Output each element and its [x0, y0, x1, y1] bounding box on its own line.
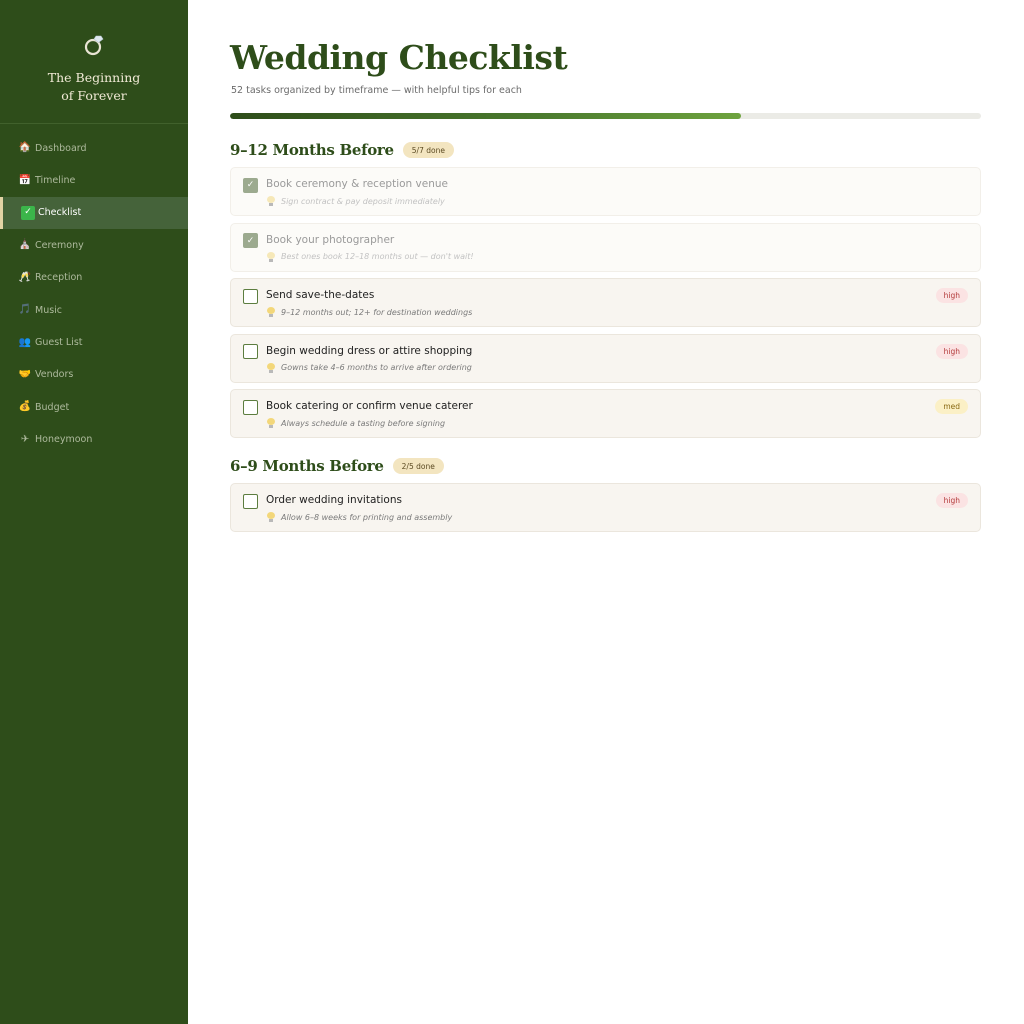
priority-badge: high: [935, 288, 968, 303]
priority-badge: high: [935, 493, 968, 508]
lightbulb-icon: [267, 307, 275, 317]
sidebar-item-checklist[interactable]: ✓ Checklist: [0, 196, 188, 230]
page-title: Wedding Checklist: [230, 38, 568, 77]
task-checkbox[interactable]: [243, 344, 258, 359]
task-tip: Always schedule a tasting before signing: [267, 418, 445, 428]
task-checkbox[interactable]: [243, 399, 258, 415]
task-tip-text: Gowns take 4–6 months to arrive after or…: [281, 363, 472, 372]
task-card: Begin wedding dress or attire shopping Go…: [230, 333, 981, 383]
task-title: Book ceremony & reception venue: [266, 178, 448, 190]
handshake-icon: 🤝: [18, 368, 32, 380]
checklist-section: 9–12 Months Before 5/7 done ✓ Book ceremony…: [230, 139, 982, 438]
sidebar-item-label: Honeymoon: [35, 434, 93, 446]
sidebar-item-label: Timeline: [35, 175, 76, 187]
task-tip-text: 9–12 months out; 12+ for destination wed…: [281, 307, 473, 317]
sidebar-item-ceremony[interactable]: ⛪ Ceremony: [0, 229, 188, 261]
sidebar-item-label: Guest List: [35, 337, 83, 349]
money-bag-icon: 💰: [18, 401, 32, 413]
task-card: ✓ Book ceremony & reception venue Sign con…: [230, 167, 981, 216]
lightbulb-icon: [267, 418, 275, 428]
task-checkbox[interactable]: ✓: [243, 233, 258, 248]
church-icon: ⛪: [18, 239, 32, 251]
people-icon: 👥: [18, 336, 32, 348]
page-subtitle: 52 tasks organized by timeframe — with h…: [231, 85, 522, 96]
task-tip-text: Sign contract & pay deposit immediately: [281, 196, 445, 206]
task-tip: Sign contract & pay deposit immediately: [267, 196, 445, 206]
section-title: 6–9 Months Before: [230, 457, 384, 475]
task-tip: 9–12 months out; 12+ for destination wed…: [267, 307, 472, 317]
sidebar-item-music[interactable]: 🎵 Music: [0, 294, 188, 326]
brand: The Beginning of Forever: [0, 0, 188, 124]
sidebar-item-label: Dashboard: [35, 142, 87, 154]
task-tip-text: Best ones book 12–18 months out — don't …: [281, 252, 474, 261]
section-progress-badge: 2/5 done: [392, 458, 444, 474]
checklist-section: 6–9 Months Before 2/5 done Order wedding i…: [230, 455, 982, 532]
task-title: Begin wedding dress or attire shopping: [266, 344, 473, 357]
task-checkbox[interactable]: [243, 288, 258, 304]
lightbulb-icon: [267, 512, 275, 522]
task-card: ✓ Book your photographer Best ones book 12…: [230, 222, 981, 272]
task-title: Book catering or confirm venue caterer: [266, 400, 473, 412]
ring-icon: [84, 35, 104, 56]
sidebar-item-honeymoon[interactable]: ✈ Honeymoon: [0, 424, 188, 456]
sidebar-item-label: Music: [35, 304, 63, 316]
sidebar-item-budget[interactable]: 💰 Budget: [0, 391, 188, 423]
sidebar-item-guest-list[interactable]: 👥 Guest List: [0, 326, 188, 358]
house-icon: 🏠: [18, 142, 32, 154]
sidebar-item-timeline[interactable]: 📅 Timeline: [0, 164, 188, 196]
brand-line-1: The Beginning: [47, 70, 141, 85]
sidebar: The Beginning of Forever 🏠 Dashboard 📅 Time…: [0, 0, 188, 1024]
task-tip-text: Allow 6–8 weeks for printing and assembl…: [281, 512, 453, 522]
music-note-icon: 🎵: [18, 304, 32, 316]
sidebar-item-vendors[interactable]: 🤝 Vendors: [0, 359, 188, 391]
airplane-icon: ✈: [20, 433, 30, 445]
task-title: Order wedding invitations: [266, 494, 402, 506]
lightbulb-icon: [267, 196, 275, 206]
task-title: Send save-the-dates: [266, 289, 375, 301]
task-checkbox[interactable]: [243, 493, 258, 509]
lightbulb-icon: [267, 362, 275, 373]
sidebar-item-dashboard[interactable]: 🏠 Dashboard: [0, 132, 188, 164]
task-card: Order wedding invitations Allow 6–8 weeks…: [230, 483, 981, 532]
sidebar-item-label: Budget: [35, 401, 70, 413]
sidebar-nav: 🏠 Dashboard 📅 Timeline ✓ Checklist ⛪ Ceremony 🥂 R…: [0, 132, 188, 456]
section-header: 9–12 Months Before 5/7 done: [230, 139, 982, 161]
sidebar-item-label: Checklist: [38, 207, 82, 219]
lightbulb-icon: [267, 251, 275, 262]
progress-fill: [230, 113, 741, 119]
task-tip: Allow 6–8 weeks for printing and assembl…: [267, 512, 452, 522]
brand-title: The Beginning of Forever: [0, 69, 188, 105]
priority-badge: high: [935, 343, 968, 359]
task-card: Book catering or confirm venue caterer Al…: [230, 389, 981, 438]
section-title: 9–12 Months Before: [230, 141, 394, 159]
task-tip: Gowns take 4–6 months to arrive after or…: [267, 362, 472, 373]
sidebar-item-reception[interactable]: 🥂 Reception: [0, 262, 188, 294]
sidebar-item-label: Ceremony: [35, 239, 84, 251]
priority-badge: med: [935, 399, 968, 414]
check-icon: ✓: [21, 205, 35, 220]
champagne-icon: 🥂: [18, 271, 32, 283]
task-title: Book your photographer: [266, 233, 395, 246]
sidebar-item-label: Vendors: [35, 369, 74, 381]
calendar-icon: 📅: [18, 174, 32, 186]
brand-line-2: of Forever: [61, 88, 127, 103]
task-checkbox[interactable]: ✓: [243, 177, 258, 193]
sidebar-item-label: Reception: [35, 272, 83, 284]
overall-progress-bar: [230, 113, 981, 119]
task-tip: Best ones book 12–18 months out — don't …: [267, 251, 474, 262]
section-progress-badge: 5/7 done: [402, 142, 454, 158]
task-card: Send save-the-dates 9–12 months out; 12+ …: [230, 278, 981, 327]
task-tip-text: Always schedule a tasting before signing: [281, 418, 446, 428]
section-header: 6–9 Months Before 2/5 done: [230, 455, 982, 477]
